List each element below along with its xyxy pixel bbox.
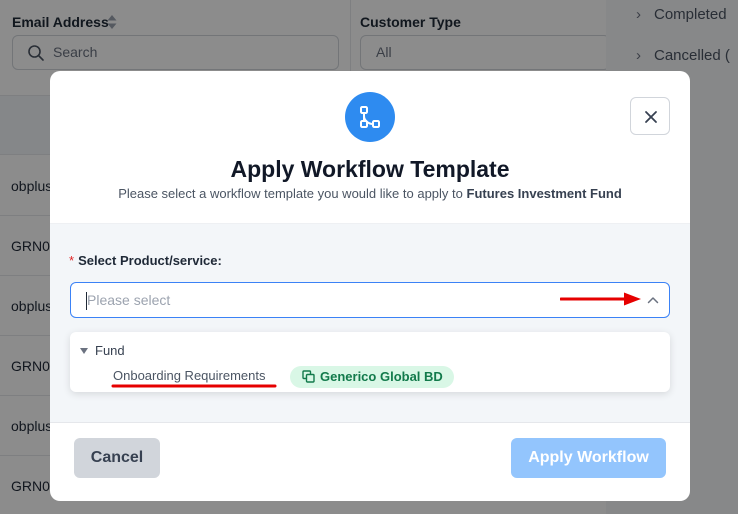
tree-item-onboarding-requirements[interactable]: Onboarding Requirements bbox=[113, 368, 265, 383]
company-tag-label: Generico Global BD bbox=[320, 369, 443, 384]
subtitle-target-name: Futures Investment Fund bbox=[466, 186, 622, 201]
select-placeholder: Please select bbox=[87, 292, 171, 308]
close-button[interactable] bbox=[630, 97, 670, 135]
apply-workflow-modal: Apply Workflow Template Please select a … bbox=[50, 71, 690, 501]
modal-body: * Select Product/service: Please select F… bbox=[50, 223, 690, 423]
required-mark: * bbox=[69, 253, 75, 268]
modal-subtitle: Please select a workflow template you wo… bbox=[50, 186, 690, 201]
product-tree-dropdown: Fund Onboarding Requirements Generico Gl… bbox=[70, 332, 670, 392]
workflow-branch-icon bbox=[345, 92, 395, 142]
caret-down-icon[interactable] bbox=[80, 348, 88, 354]
field-label-text: Select Product/service: bbox=[78, 253, 222, 268]
apply-workflow-button[interactable]: Apply Workflow bbox=[511, 438, 666, 478]
red-arrow-annotation bbox=[560, 292, 641, 306]
tree-group-fund[interactable]: Fund bbox=[95, 343, 125, 358]
chevron-up-icon[interactable] bbox=[647, 295, 659, 305]
company-tag: Generico Global BD bbox=[290, 366, 454, 388]
copy-icon bbox=[302, 370, 315, 383]
cancel-button[interactable]: Cancel bbox=[74, 438, 160, 478]
product-service-label: * Select Product/service: bbox=[69, 253, 222, 268]
modal-title: Apply Workflow Template bbox=[230, 156, 510, 182]
close-icon bbox=[645, 111, 657, 123]
subtitle-text: Please select a workflow template you wo… bbox=[118, 186, 463, 201]
red-underline-annotation bbox=[111, 384, 277, 388]
